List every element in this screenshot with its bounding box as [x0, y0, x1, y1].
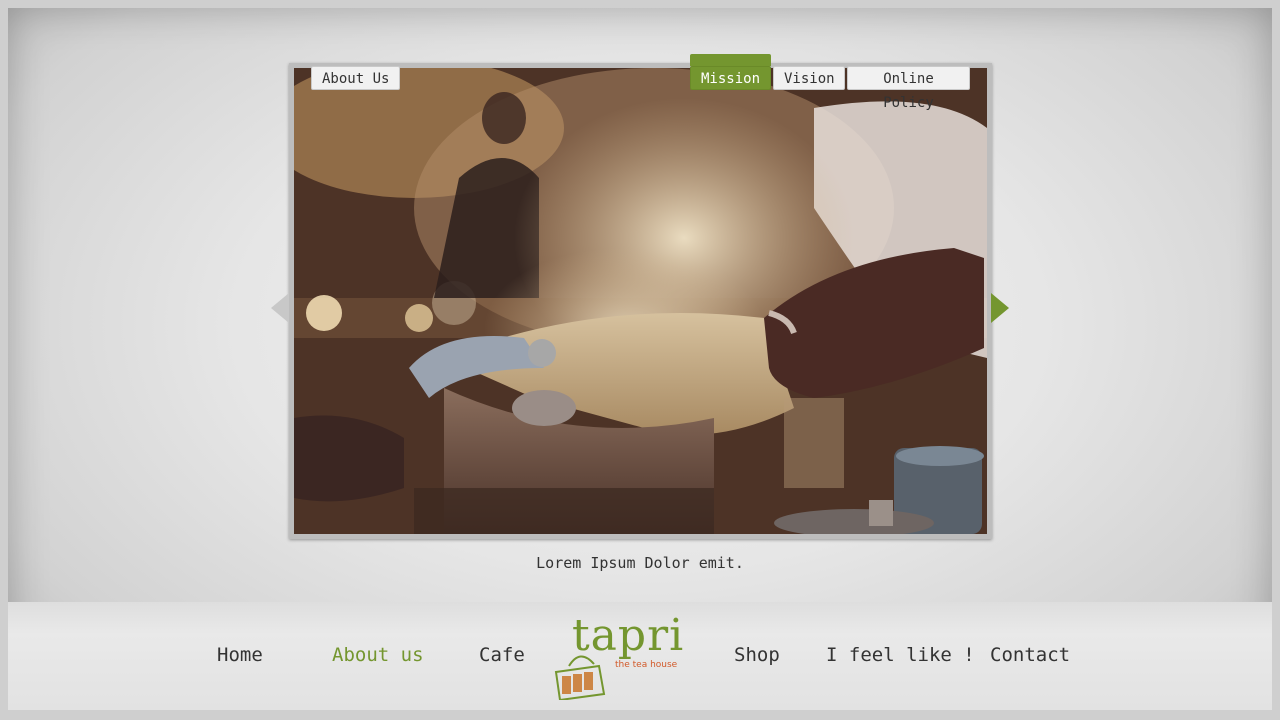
previous-slide-arrow-icon[interactable]	[271, 293, 289, 323]
nav-item-cafe[interactable]: Cafe	[479, 644, 525, 666]
tab-about-us[interactable]: About Us	[311, 66, 401, 90]
tea-glasses-icon	[554, 655, 606, 700]
tapri-logo[interactable]: tapri the tea house	[552, 610, 697, 700]
slideshow-tabs: About Us Mission Vision Online Policy	[0, 54, 1280, 111]
slideshow-frame	[289, 63, 992, 539]
next-slide-arrow-icon[interactable]	[991, 293, 1009, 323]
nav-item-i-feel-like[interactable]: I feel like !	[826, 644, 975, 666]
nav-item-home[interactable]: Home	[217, 644, 263, 666]
tab-vision[interactable]: Vision	[773, 66, 845, 90]
nav-item-contact[interactable]: Contact	[990, 644, 1070, 666]
slide-caption: Lorem Ipsum Dolor emit.	[536, 554, 744, 572]
tab-mission[interactable]: Mission	[690, 54, 771, 90]
slideshow-photo	[294, 68, 987, 534]
tea-brewing-photo	[294, 68, 987, 534]
nav-item-about-us[interactable]: About us	[332, 644, 424, 666]
tab-online-policy[interactable]: Online Policy	[847, 66, 970, 111]
nav-item-shop[interactable]: Shop	[734, 644, 780, 666]
